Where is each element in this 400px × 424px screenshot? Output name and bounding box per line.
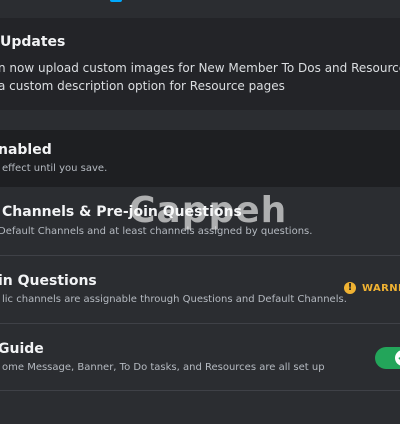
updates-line-2: a custom description option for Resource…	[0, 79, 285, 93]
questions-row-description: lic channels are assignable through Ques…	[2, 294, 347, 305]
server-onboarding-settings: Updates n now upload custom images for N…	[0, 0, 400, 424]
enabled-title: nabled	[0, 142, 52, 158]
warning-label: WARNIN	[362, 282, 400, 294]
section-gap	[0, 110, 400, 130]
guide-row-title: Guide	[0, 341, 44, 357]
questions-row-title: in Questions	[0, 273, 97, 289]
top-sliver	[0, 0, 400, 18]
channels-row-title: Channels & Pre-join Questions	[2, 204, 242, 220]
guide-row[interactable]: Guide ome Message, Banner, To Do tasks, …	[0, 323, 400, 390]
warning-icon: !	[344, 282, 356, 294]
channels-row-description: Default Channels and at least channels a…	[0, 226, 313, 237]
updates-panel: Updates n now upload custom images for N…	[0, 18, 400, 110]
bottom-area	[0, 390, 400, 424]
guide-row-description: ome Message, Banner, To Do tasks, and Re…	[2, 362, 325, 373]
link-fragment	[110, 0, 122, 2]
enabled-panel: nabled effect until you save.	[0, 130, 400, 187]
warning-badge: ! WARNIN	[344, 282, 400, 294]
updates-title: Updates	[0, 34, 66, 50]
channels-row[interactable]: Channels & Pre-join Questions Default Ch…	[0, 188, 400, 255]
guide-toggle[interactable]	[375, 347, 400, 369]
questions-row[interactable]: in Questions lic channels are assignable…	[0, 255, 400, 323]
updates-line-1: n now upload custom images for New Membe…	[0, 61, 400, 75]
toggle-knob	[395, 350, 400, 366]
enabled-description: effect until you save.	[2, 163, 108, 174]
